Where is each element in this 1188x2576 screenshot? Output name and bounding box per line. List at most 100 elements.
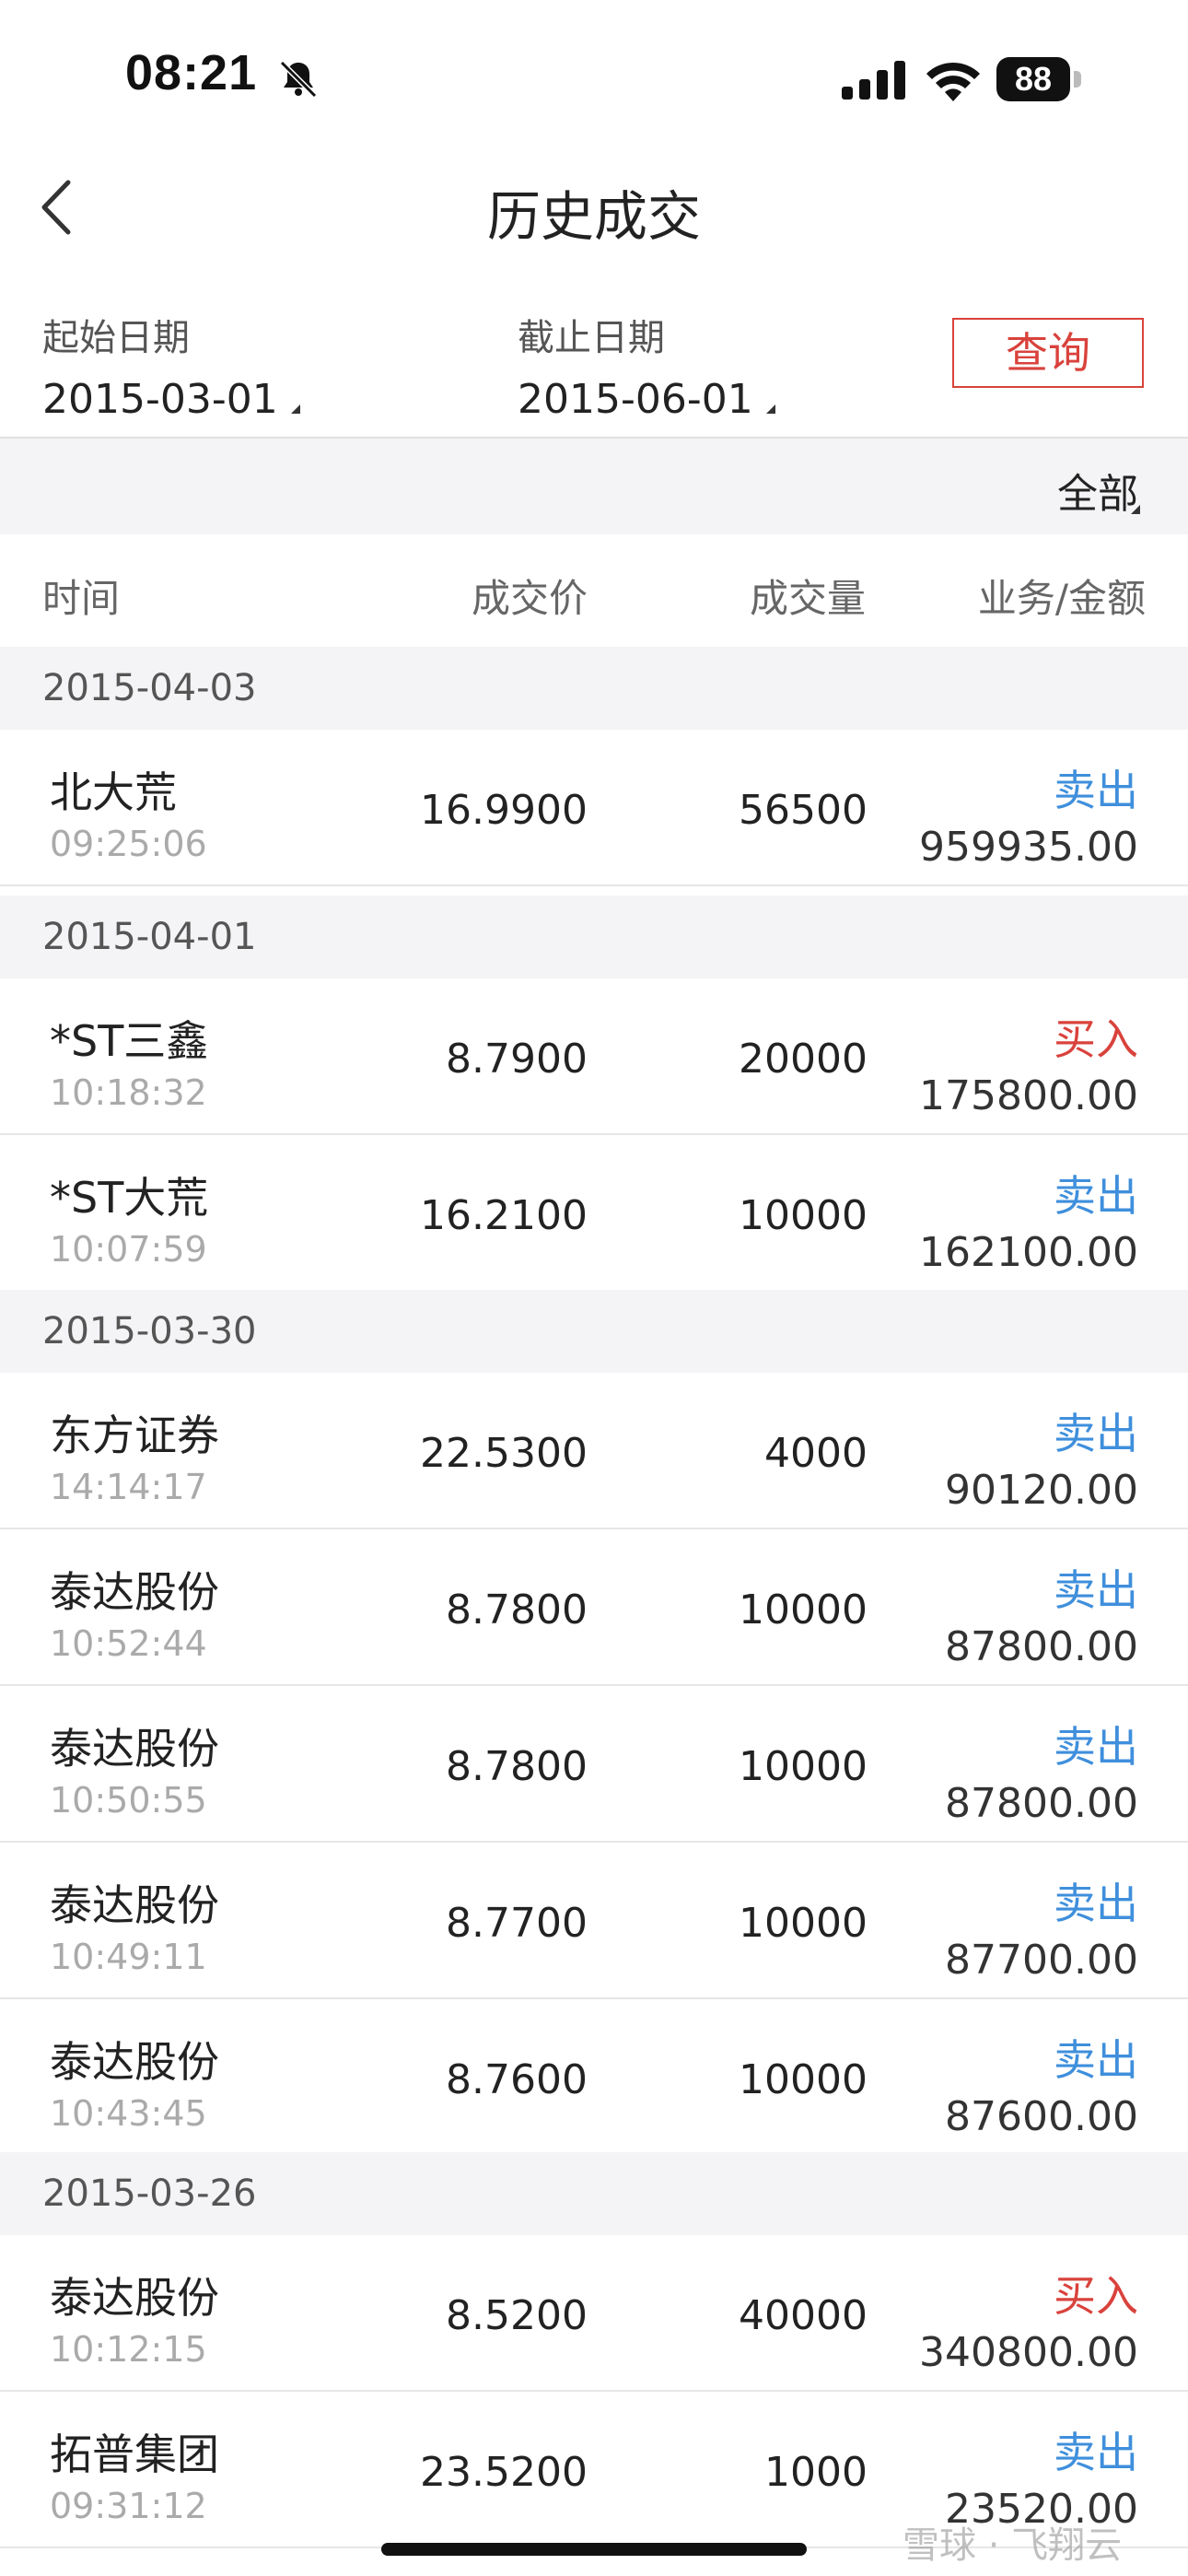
trade-volume: 10000: [739, 1192, 868, 1239]
trade-time: 14:14:17: [50, 1467, 207, 1507]
trade-volume: 10000: [739, 1900, 868, 1947]
trade-row[interactable]: 北大荒 09:25:06 16.9900 56500 卖出 959935.00: [0, 730, 1188, 886]
status-time: 08:21: [125, 45, 258, 100]
home-indicator[interactable]: [381, 2543, 807, 2556]
trade-time: 10:07:59: [50, 1229, 207, 1270]
trade-action: 卖出: [1054, 2428, 1138, 2477]
stock-name: *ST三鑫: [50, 1016, 209, 1066]
trade-price: 8.7700: [446, 1900, 588, 1947]
row-divider: [0, 884, 1188, 886]
date-group-header: 2015-04-01: [0, 896, 1188, 978]
group-date: 2015-03-26: [42, 2172, 257, 2215]
trade-volume: 4000: [764, 1430, 868, 1477]
scope-filter-dropdown[interactable]: 全部: [1057, 461, 1138, 520]
trade-action: 卖出: [1054, 1722, 1138, 1772]
end-date-label: 截止日期: [518, 317, 665, 359]
trade-price: 16.2100: [420, 1192, 588, 1239]
stock-name: 泰达股份: [50, 2273, 219, 2323]
trade-volume: 56500: [739, 787, 868, 834]
stock-name: 泰达股份: [50, 1880, 219, 1930]
column-header-time: 时间: [42, 576, 121, 621]
trade-action: 卖出: [1054, 2035, 1138, 2085]
trade-row[interactable]: 泰达股份 10:12:15 8.5200 40000 买入 340800.00: [0, 2235, 1188, 2392]
trade-price: 8.5200: [446, 2292, 588, 2339]
trade-row[interactable]: 泰达股份 10:43:45 8.7600 10000 卖出 87600.00: [0, 1999, 1188, 2156]
signal-icon: [842, 61, 905, 100]
watermark-text: 雪球 · 飞翔云: [903, 2524, 1123, 2567]
group-date: 2015-04-03: [42, 667, 257, 709]
date-group-header: 2015-04-03: [0, 647, 1188, 730]
stock-name: 泰达股份: [50, 1567, 219, 1617]
trade-row[interactable]: 泰达股份 10:50:55 8.7800 10000 卖出 87800.00: [0, 1686, 1188, 1843]
date-group-header: 2015-03-26: [0, 2152, 1188, 2235]
trade-action: 买入: [1054, 1014, 1138, 1064]
trade-amount: 87700.00: [945, 1937, 1138, 1984]
trade-row[interactable]: 东方证券 14:14:17 22.5300 4000 卖出 90120.00: [0, 1373, 1188, 1529]
battery-icon: 88: [996, 57, 1081, 101]
battery-level: 88: [1014, 60, 1053, 98]
trade-time: 10:50:55: [50, 1780, 207, 1821]
trade-volume: 10000: [739, 1743, 868, 1790]
dropdown-triangle-icon: [290, 404, 300, 414]
trade-volume: 10000: [739, 1587, 868, 1633]
trade-amount: 175800.00: [919, 1072, 1138, 1119]
trade-amount: 959935.00: [919, 824, 1138, 871]
column-header-action-amount: 业务/金额: [977, 576, 1146, 621]
start-date-value: 2015-03-01: [42, 376, 278, 423]
group-date: 2015-04-01: [42, 916, 257, 958]
trade-volume: 10000: [739, 2056, 868, 2103]
trade-volume: 1000: [764, 2449, 868, 2496]
trade-action: 买入: [1054, 2271, 1138, 2321]
trade-price: 8.7600: [446, 2056, 588, 2103]
start-date-picker[interactable]: 2015-03-01: [42, 376, 300, 423]
trade-action: 卖出: [1054, 766, 1138, 815]
trade-time: 09:31:12: [50, 2486, 207, 2526]
stock-name: 泰达股份: [50, 2037, 219, 2087]
group-date: 2015-03-30: [42, 1310, 257, 1352]
trade-time: 10:49:11: [50, 1937, 207, 1977]
column-header-volume: 成交量: [749, 576, 866, 621]
trade-time: 10:12:15: [50, 2329, 207, 2370]
trade-amount: 162100.00: [919, 1229, 1138, 1276]
scope-filter-bar: [0, 439, 1188, 534]
trade-amount: 90120.00: [945, 1467, 1138, 1514]
dropdown-triangle-icon: [1131, 505, 1140, 514]
wifi-icon: [926, 62, 980, 101]
end-date-picker[interactable]: 2015-06-01: [518, 376, 775, 423]
trade-row[interactable]: *ST大荒 10:07:59 16.2100 10000 卖出 162100.00: [0, 1135, 1188, 1292]
stock-name: 北大荒: [50, 767, 177, 817]
dropdown-triangle-icon: [765, 404, 775, 414]
stock-name: 东方证券: [50, 1411, 219, 1460]
trade-price: 8.7900: [446, 1036, 588, 1083]
trade-price: 22.5300: [420, 1430, 588, 1477]
trade-price: 16.9900: [420, 787, 588, 834]
start-date-label: 起始日期: [42, 317, 190, 359]
trade-price: 8.7800: [446, 1743, 588, 1790]
stock-name: 泰达股份: [50, 1724, 219, 1774]
trade-volume: 40000: [739, 2292, 868, 2339]
trade-time: 10:52:44: [50, 1623, 207, 1664]
date-group-header: 2015-03-30: [0, 1290, 1188, 1373]
trade-amount: 340800.00: [919, 2329, 1138, 2376]
stock-name: *ST大荒: [50, 1173, 209, 1223]
page-title: 历史成交: [486, 185, 701, 248]
query-button[interactable]: 查询: [952, 318, 1144, 388]
trade-time: 10:18:32: [50, 1072, 207, 1113]
trade-time: 10:43:45: [50, 2093, 207, 2134]
trade-row[interactable]: 泰达股份 10:49:11 8.7700 10000 卖出 87700.00: [0, 1843, 1188, 1999]
trade-price: 23.5200: [420, 2449, 588, 2496]
trade-price: 8.7800: [446, 1587, 588, 1633]
trade-action: 卖出: [1054, 1409, 1138, 1458]
stock-name: 拓普集团: [50, 2430, 219, 2479]
trade-row[interactable]: 泰达股份 10:52:44 8.7800 10000 卖出 87800.00: [0, 1529, 1188, 1686]
trade-action: 卖出: [1054, 1879, 1138, 1928]
trade-time: 09:25:06: [50, 824, 207, 864]
trade-action: 卖出: [1054, 1171, 1138, 1221]
column-header-price: 成交价: [471, 576, 588, 621]
trade-volume: 20000: [739, 1036, 868, 1083]
trade-amount: 87600.00: [945, 2093, 1138, 2140]
bell-muted-icon: [279, 60, 318, 99]
trade-action: 卖出: [1054, 1565, 1138, 1615]
trade-row[interactable]: *ST三鑫 10:18:32 8.7900 20000 买入 175800.00: [0, 978, 1188, 1135]
trade-amount: 87800.00: [945, 1623, 1138, 1670]
